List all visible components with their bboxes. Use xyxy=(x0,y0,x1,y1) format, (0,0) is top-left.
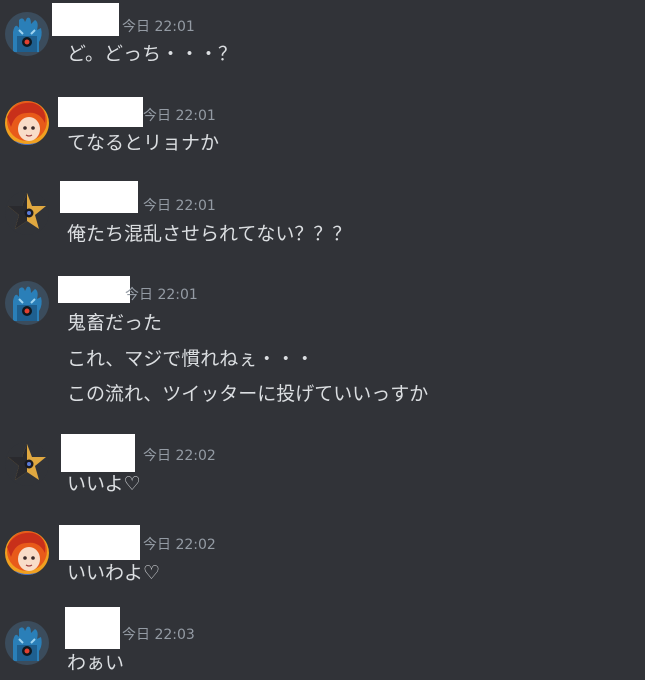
message-text: この流れ、ツイッターに投げていいっすか xyxy=(67,383,429,405)
message-timestamp: 今日 22:01 xyxy=(125,287,198,303)
message-text: ど。どっち・・・？ xyxy=(67,43,238,65)
robot-avatar[interactable] xyxy=(5,281,49,325)
message-timestamp: 今日 22:01 xyxy=(122,19,195,35)
redacted-username xyxy=(59,525,140,560)
message-text: てなるとリョナか xyxy=(67,132,220,154)
message-text: わぁい xyxy=(67,652,125,674)
redacted-username xyxy=(61,434,135,472)
redhair-avatar[interactable] xyxy=(5,101,49,145)
message-timestamp: 今日 22:02 xyxy=(143,448,216,464)
message-text: いいよ♡ xyxy=(67,473,141,495)
chat-log: 今日 22:01 ど。どっち・・・？ 今日 22:01 てなるとリョナか 今日 … xyxy=(0,0,645,680)
message-timestamp: 今日 22:01 xyxy=(143,198,216,214)
message-text: 鬼畜だった xyxy=(67,312,163,334)
message-timestamp: 今日 22:02 xyxy=(143,537,216,553)
message-timestamp: 今日 22:03 xyxy=(122,627,195,643)
redhair-avatar[interactable] xyxy=(5,531,49,575)
redacted-username xyxy=(60,181,138,213)
message-text: いいわよ♡ xyxy=(67,562,161,584)
star-avatar[interactable] xyxy=(5,442,49,486)
redacted-username xyxy=(58,97,143,127)
robot-avatar[interactable] xyxy=(5,12,49,56)
message-timestamp: 今日 22:01 xyxy=(143,108,216,124)
redacted-username xyxy=(52,3,119,36)
message-text: 俺たち混乱させられてない？？？ xyxy=(67,223,352,245)
redacted-username xyxy=(58,276,130,303)
message-text: これ、マジで慣れねぇ・・・ xyxy=(67,348,315,370)
redacted-username xyxy=(65,607,120,649)
robot-avatar[interactable] xyxy=(5,621,49,665)
star-avatar[interactable] xyxy=(5,191,49,235)
